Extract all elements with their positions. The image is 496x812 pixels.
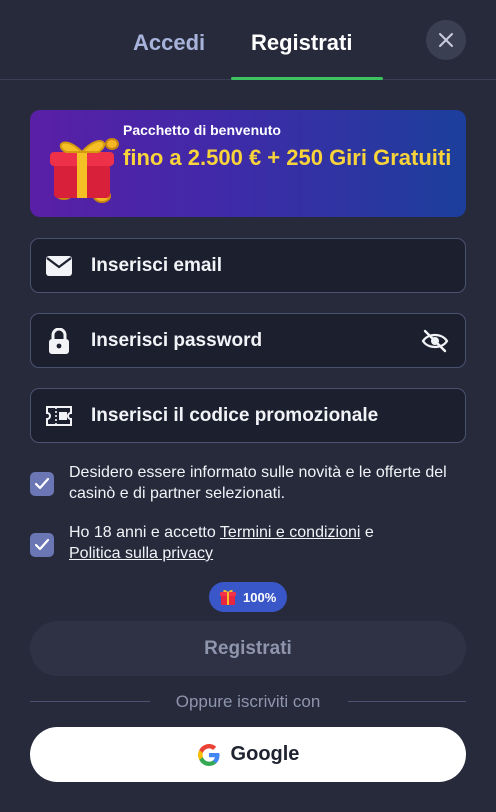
mail-icon — [46, 255, 72, 276]
promo-placeholder: Inserisci il codice promozionale — [91, 404, 379, 426]
eye-off-icon[interactable] — [421, 328, 449, 354]
register-submit-button[interactable]: Registrati — [30, 621, 466, 676]
active-tab-indicator — [231, 77, 383, 80]
divider-text: Oppure iscriviti con — [175, 692, 321, 711]
gift-icon — [220, 589, 236, 605]
password-placeholder: Inserisci password — [91, 329, 263, 351]
news-consent-text: Desidero essere informato sulle novità e… — [69, 464, 447, 502]
tab-login[interactable]: Accedi — [133, 30, 205, 56]
email-field[interactable]: Inserisci email — [30, 238, 466, 293]
google-signin-button[interactable]: Google — [30, 727, 466, 782]
ticket-icon — [46, 405, 72, 426]
close-button[interactable] — [426, 20, 466, 60]
terms-link[interactable]: Termini e condizioni — [220, 524, 361, 541]
bonus-badge: 100% — [209, 582, 287, 612]
google-label: Google — [230, 743, 300, 765]
bonus-percent: 100% — [243, 589, 277, 605]
terms-consent-text: Ho 18 anni e accetto Termini e condizion… — [69, 522, 469, 564]
welcome-banner: Pacchetto di benvenuto fino a 2.500 € + … — [30, 110, 466, 217]
privacy-link[interactable]: Politica sulla privacy — [69, 545, 213, 562]
close-icon — [439, 33, 453, 47]
auth-tabs: Accedi Registrati — [0, 0, 496, 80]
terms-middle: e — [360, 524, 374, 541]
check-icon — [35, 539, 49, 551]
terms-prefix: Ho 18 anni e accetto — [69, 524, 220, 541]
promo-code-field[interactable]: Inserisci il codice promozionale — [30, 388, 466, 443]
check-icon — [35, 478, 49, 490]
banner-title: fino a 2.500 € + 250 Giri Gratuiti — [123, 145, 452, 170]
social-divider: Oppure iscriviti con — [30, 692, 466, 712]
gift-icon — [50, 138, 119, 203]
lock-icon — [49, 327, 69, 354]
news-consent-checkbox[interactable] — [30, 472, 54, 496]
password-field[interactable]: Inserisci password — [30, 313, 466, 368]
google-icon — [197, 743, 220, 766]
tab-register[interactable]: Registrati — [251, 30, 352, 56]
email-placeholder: Inserisci email — [91, 254, 222, 276]
terms-consent-checkbox[interactable] — [30, 533, 54, 557]
banner-subtitle: Pacchetto di benvenuto — [123, 122, 281, 138]
